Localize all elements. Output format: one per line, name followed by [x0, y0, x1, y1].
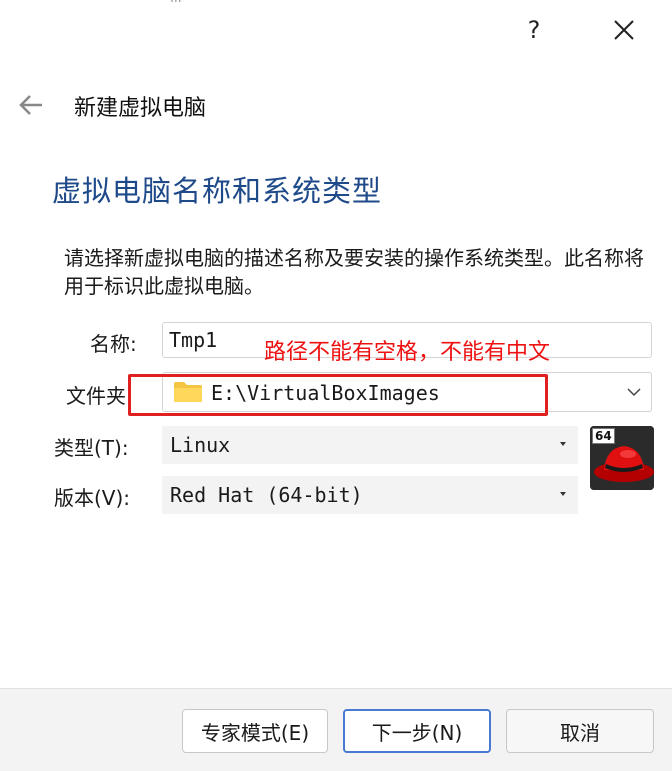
wizard-header: 新建虚拟电脑 — [0, 78, 672, 132]
type-label: 类型(T): — [54, 436, 129, 460]
version-select[interactable]: Red Hat (64-bit) — [162, 476, 578, 514]
chevron-down-icon[interactable] — [627, 385, 641, 399]
close-button[interactable] — [602, 10, 646, 50]
section-description: 请选择新虚拟电脑的描述名称及要安装的操作系统类型。此名称将用于标识此虚拟电脑。 — [64, 246, 644, 298]
version-value: Red Hat (64-bit) — [170, 483, 363, 507]
version-label: 版本(V): — [54, 486, 131, 510]
annotation-highlight — [128, 374, 548, 416]
dropdown-arrow-icon — [560, 442, 566, 446]
dropdown-arrow-icon — [560, 492, 566, 496]
annotation-text: 路径不能有空格，不能有中文 — [264, 340, 551, 365]
name-label: 名称: — [90, 332, 137, 356]
title-bar: ? — [0, 0, 672, 60]
64-bit-badge: 64 — [592, 428, 615, 444]
cancel-button[interactable]: 取消 — [506, 709, 654, 753]
arrow-left-icon — [19, 95, 42, 115]
button-bar: 专家模式(E) 下一步(N) 取消 — [0, 688, 672, 771]
next-button[interactable]: 下一步(N) — [343, 709, 491, 753]
folder-label: 文件夹: — [66, 384, 133, 408]
back-button[interactable] — [14, 90, 48, 120]
type-value: Linux — [170, 433, 231, 457]
type-select[interactable]: Linux — [162, 426, 578, 464]
wizard-title: 新建虚拟电脑 — [74, 96, 207, 121]
redhat-os-icon: 64 — [590, 426, 654, 490]
expert-mode-button[interactable]: 专家模式(E) — [182, 709, 328, 753]
section-title: 虚拟电脑名称和系统类型 — [52, 174, 383, 208]
help-button[interactable]: ? — [512, 10, 556, 50]
close-icon — [614, 20, 634, 40]
